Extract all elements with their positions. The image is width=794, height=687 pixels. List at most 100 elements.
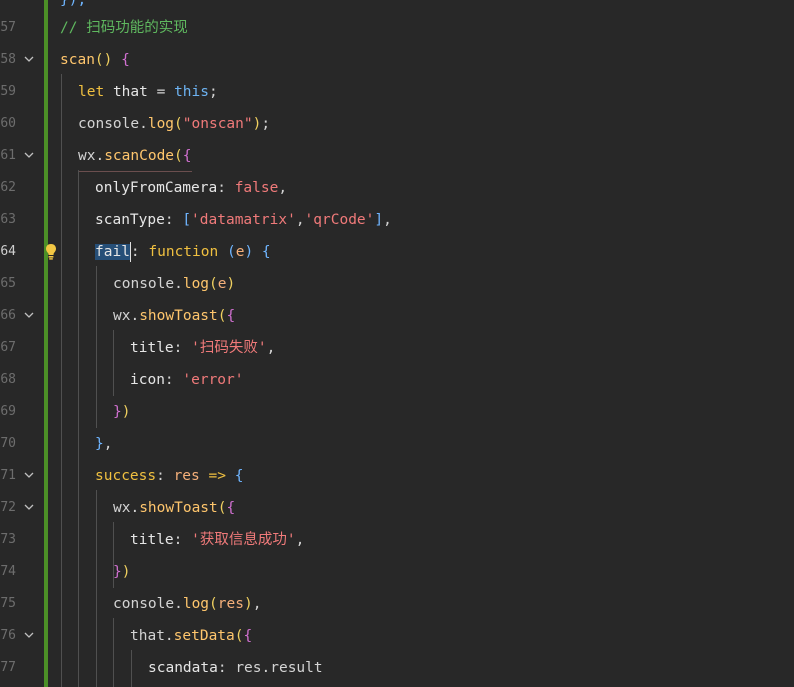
selected-text[interactable]: fail <box>95 244 130 260</box>
line-number: 59 <box>0 84 16 99</box>
code-text: title: '扫码失败', <box>130 332 275 364</box>
brace: { <box>226 308 236 324</box>
property: scanType <box>95 212 165 228</box>
chevron-down-icon[interactable] <box>24 310 34 320</box>
code-text: that.setData({ <box>130 620 252 652</box>
object: that <box>130 628 165 644</box>
dot: . <box>174 276 183 292</box>
code-line[interactable]: 68 icon: 'error' <box>0 364 794 396</box>
line-number: 62 <box>0 180 16 195</box>
comma: , <box>278 180 288 196</box>
keyword: let <box>78 84 105 100</box>
code-line[interactable]: 58 scan() { <box>0 44 794 76</box>
object: console <box>78 116 140 132</box>
line-number: 61 <box>0 148 16 163</box>
code-line[interactable]: 69 }) <box>0 396 794 428</box>
code-text: icon: 'error' <box>130 364 244 396</box>
colon: : <box>164 372 174 388</box>
code-line[interactable]: 75 console.log(res), <box>0 588 794 620</box>
code-line[interactable]: 65 console.log(e) <box>0 268 794 300</box>
paren: ( <box>217 500 227 516</box>
comma: , <box>295 532 305 548</box>
paren: ) <box>226 276 236 292</box>
chevron-down-icon[interactable] <box>24 470 34 480</box>
chevron-down-icon[interactable] <box>24 54 34 64</box>
code-text: wx.showToast({ <box>113 492 235 524</box>
comma: , <box>103 436 113 452</box>
paren: ( <box>209 596 218 612</box>
comma: , <box>252 596 262 612</box>
semicolon: ; <box>261 116 271 132</box>
method: log <box>182 276 210 292</box>
line-number: 77 <box>0 660 16 675</box>
line-number: 67 <box>0 340 16 355</box>
chevron-down-icon[interactable] <box>24 502 34 512</box>
code-line[interactable]: 63 scanType: ['datamatrix','qrCode'], <box>0 204 794 236</box>
code-line[interactable]: 66 wx.showToast({ <box>0 300 794 332</box>
property: icon <box>130 372 165 388</box>
variable: that <box>112 84 148 100</box>
brace: } <box>113 404 122 420</box>
code-line[interactable]: 77 scandata: res.result <box>0 652 794 684</box>
code-line[interactable]: 62 onlyFromCamera: false, <box>0 172 794 204</box>
code-text: console.log(res), <box>113 588 261 620</box>
lightbulb-icon[interactable] <box>44 243 58 261</box>
parameter: res <box>173 468 200 484</box>
function-name: scan <box>60 52 95 68</box>
line-number: 70 <box>0 436 16 451</box>
code-line[interactable]: 72 wx.showToast({ <box>0 492 794 524</box>
code-editor[interactable]: }); 57 // 扫码功能的实现 58 scan() { 59 let tha… <box>0 0 794 687</box>
brace: { <box>121 52 130 68</box>
arrow: => <box>208 468 226 484</box>
line-number: 72 <box>0 500 16 515</box>
dot: . <box>174 596 183 612</box>
paren: ) <box>244 244 254 260</box>
code-line[interactable]: 60 console.log("onscan"); <box>0 108 794 140</box>
paren: ( <box>174 148 183 164</box>
line-number: 75 <box>0 596 16 611</box>
code-line[interactable]: 70 }, <box>0 428 794 460</box>
chevron-down-icon[interactable] <box>24 150 34 160</box>
method: showToast <box>139 308 218 324</box>
code-line[interactable]: 59 let that = this; <box>0 76 794 108</box>
line-number: 76 <box>0 628 16 643</box>
code-line[interactable]: 74 }) <box>0 556 794 588</box>
comma: , <box>266 340 276 356</box>
code-line[interactable]: 61 wx.scanCode({ <box>0 140 794 172</box>
paren: ) <box>121 564 131 580</box>
line-number: 60 <box>0 116 16 131</box>
colon: : <box>217 660 227 676</box>
dot: . <box>95 148 105 164</box>
comma: , <box>295 212 305 228</box>
code-line[interactable]: 73 title: '获取信息成功', <box>0 524 794 556</box>
code-line[interactable]: 67 title: '扫码失败', <box>0 332 794 364</box>
line-number: 74 <box>0 564 16 579</box>
boolean: false <box>234 180 279 196</box>
line-number: 68 <box>0 372 16 387</box>
paren: ) <box>121 404 131 420</box>
paren: ( <box>234 628 244 644</box>
dot: . <box>164 628 174 644</box>
operator: = <box>156 84 166 100</box>
dot: . <box>139 116 148 132</box>
string: 'datamatrix' <box>191 212 296 228</box>
code-line[interactable]: 76 that.setData({ <box>0 620 794 652</box>
method: scanCode <box>104 148 175 164</box>
brace: { <box>261 244 271 260</box>
brace: } <box>95 436 104 452</box>
code-text: console.log("onscan"); <box>78 108 270 140</box>
line-number: 57 <box>0 20 16 35</box>
semicolon: ; <box>208 84 218 100</box>
code-line-active[interactable]: 64 fail: function (e) { <box>0 236 794 268</box>
string: '扫码失败' <box>191 340 267 356</box>
paren: ) <box>243 596 253 612</box>
brace: { <box>234 468 244 484</box>
chevron-down-icon[interactable] <box>24 630 34 640</box>
code-text: scanType: ['datamatrix','qrCode'], <box>95 204 392 236</box>
line-number: 63 <box>0 212 16 227</box>
line-number: 64 <box>0 244 16 259</box>
code-line[interactable]: 57 // 扫码功能的实现 <box>0 12 794 44</box>
dot: . <box>130 308 140 324</box>
brace: { <box>182 148 192 164</box>
code-line[interactable]: 71 success: res => { <box>0 460 794 492</box>
